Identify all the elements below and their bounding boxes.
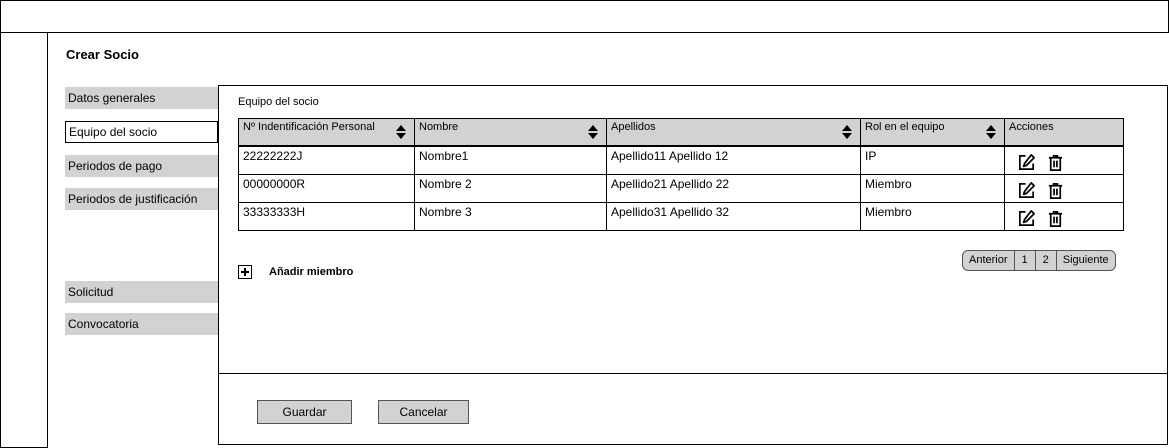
pagination-page-1[interactable]: 1: [1015, 251, 1036, 270]
cell-id: 00000000R: [238, 173, 415, 203]
column-header-acciones: Acciones: [1004, 118, 1124, 146]
cell-acciones: [1004, 201, 1124, 231]
cell-apellidos: Apellido31 Apellido 32: [606, 201, 861, 231]
delete-icon[interactable]: [1046, 181, 1065, 200]
plus-icon[interactable]: [238, 265, 252, 279]
cancel-button[interactable]: Cancelar: [378, 400, 469, 424]
edit-icon[interactable]: [1017, 209, 1036, 228]
cell-id: 22222222J: [238, 144, 415, 175]
sort-icon[interactable]: [588, 125, 598, 139]
delete-icon[interactable]: [1046, 209, 1065, 228]
cell-id: 33333333H: [238, 201, 415, 231]
table-header-row: Nº Indentificación Personal Nombre Apell…: [238, 118, 1124, 146]
column-header-label: Acciones: [1009, 121, 1054, 133]
pagination: Anterior 1 2 Siguiente: [962, 250, 1116, 271]
sidebar-item-solicitud[interactable]: Solicitud: [65, 281, 218, 303]
cell-rol: Miembro: [860, 173, 1005, 203]
edit-icon[interactable]: [1017, 153, 1036, 172]
sort-icon[interactable]: [986, 125, 996, 139]
sidebar-item-datos-generales[interactable]: Datos generales: [65, 87, 218, 109]
save-button[interactable]: Guardar: [257, 400, 352, 424]
sort-icon[interactable]: [396, 125, 406, 139]
sidebar-item-periodos-de-pago[interactable]: Periodos de pago: [65, 155, 218, 177]
cell-nombre: Nombre 3: [414, 201, 607, 231]
pagination-prev[interactable]: Anterior: [963, 251, 1015, 270]
cell-rol: Miembro: [860, 201, 1005, 231]
column-header-label: Rol en el equipo: [865, 121, 945, 133]
cell-rol: IP: [860, 144, 1005, 175]
table-row: 33333333H Nombre 3 Apellido31 Apellido 3…: [238, 201, 1124, 231]
add-member-label[interactable]: Añadir miembro: [269, 266, 353, 278]
cell-apellidos: Apellido11 Apellido 12: [606, 144, 861, 175]
column-header-rol[interactable]: Rol en el equipo: [860, 118, 1005, 146]
cell-nombre: Nombre1: [414, 144, 607, 175]
table-row: 22222222J Nombre1 Apellido11 Apellido 12…: [238, 144, 1124, 175]
cell-acciones: [1004, 144, 1124, 175]
sort-icon[interactable]: [842, 125, 852, 139]
column-header-nombre[interactable]: Nombre: [414, 118, 607, 146]
delete-icon[interactable]: [1046, 153, 1065, 172]
pagination-next[interactable]: Siguiente: [1057, 251, 1115, 270]
sidebar-item-periodos-de-justificacion[interactable]: Periodos de justificación: [65, 188, 218, 210]
members-table: Nº Indentificación Personal Nombre Apell…: [238, 118, 1124, 231]
left-rail: [0, 32, 48, 448]
sidebar-item-equipo-del-socio[interactable]: Equipo del socio: [65, 121, 218, 143]
column-header-label: Nombre: [419, 121, 459, 133]
page-title: Crear Socio: [66, 47, 139, 62]
column-header-id[interactable]: Nº Indentificación Personal: [238, 118, 415, 146]
table-row: 00000000R Nombre 2 Apellido21 Apellido 2…: [238, 173, 1124, 203]
add-member-action[interactable]: Añadir miembro: [238, 265, 353, 279]
cell-apellidos: Apellido21 Apellido 22: [606, 173, 861, 203]
edit-icon[interactable]: [1017, 181, 1036, 200]
column-header-apellidos[interactable]: Apellidos: [606, 118, 861, 146]
top-bar: [0, 0, 1169, 33]
panel-divider: [218, 373, 1168, 374]
column-header-label: Nº Indentificación Personal: [243, 121, 375, 133]
sidebar-item-convocatoria[interactable]: Convocatoria: [65, 313, 218, 335]
cell-nombre: Nombre 2: [414, 173, 607, 203]
column-header-label: Apellidos: [611, 121, 656, 133]
section-title: Equipo del socio: [238, 96, 319, 108]
cell-acciones: [1004, 173, 1124, 203]
pagination-page-2[interactable]: 2: [1036, 251, 1057, 270]
